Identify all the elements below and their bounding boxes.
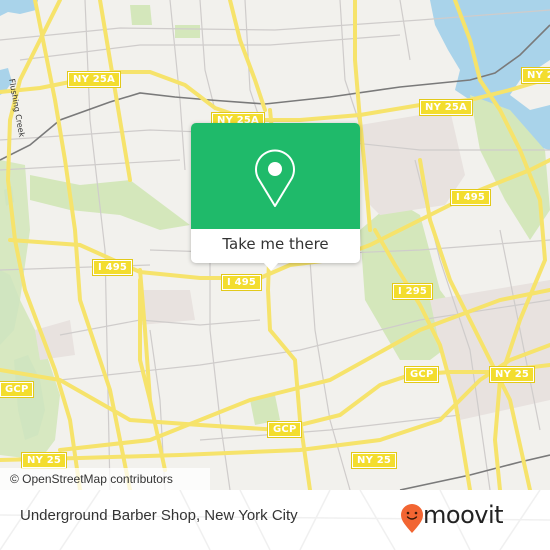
popup-header — [191, 123, 360, 229]
moovit-logo[interactable]: moovit — [400, 500, 540, 540]
moovit-smiley-pin-icon — [401, 504, 423, 533]
road-shield-i495: I 495 — [220, 274, 263, 291]
road-shield-ny25: NY 25 — [20, 452, 68, 469]
urban-forest-hills — [35, 320, 75, 360]
destination-popup: Take me there — [191, 123, 360, 271]
park-small-2 — [175, 25, 200, 38]
road-shield-gcp: GCP — [0, 381, 35, 398]
road-shield-ny25: NY 25 — [488, 366, 536, 383]
water-flushing-bay-top — [0, 0, 38, 16]
place-name: Underground Barber Shop, New York City — [20, 507, 298, 524]
footer-bar: Underground Barber Shop, New York City m… — [0, 490, 550, 550]
park-kissena-corridor — [30, 175, 190, 230]
highway-188th — [98, 0, 132, 182]
map-attribution[interactable]: © OpenStreetMap contributors — [0, 468, 210, 490]
map-view[interactable]: NY 25A NY 25A NY 25A NY 25A I 495 I 495 … — [0, 0, 550, 490]
road-shield-ny25: NY 25 — [350, 452, 398, 469]
highway-north-extra — [228, 0, 267, 112]
popup-pointer — [263, 262, 279, 271]
road-shield-ny25a: NY 25A — [419, 99, 473, 116]
park-small-1 — [130, 5, 152, 25]
urban-fresh-meadows — [140, 290, 195, 325]
road-shield-gcp: GCP — [266, 421, 303, 438]
road-shield-ny25a: NY 25A — [67, 71, 121, 88]
road-shield-i495: I 495 — [449, 189, 492, 206]
take-me-there-button[interactable]: Take me there — [191, 229, 360, 263]
road-shield-ny25a: NY 25A — [521, 67, 550, 84]
road-shield-i495: I 495 — [91, 259, 134, 276]
urban-bayside — [360, 110, 465, 215]
moovit-wordmark: moovit — [423, 501, 504, 529]
road-shield-i295: I 295 — [391, 283, 434, 300]
road-shield-gcp: GCP — [403, 366, 440, 383]
map-pin-icon — [255, 149, 295, 207]
